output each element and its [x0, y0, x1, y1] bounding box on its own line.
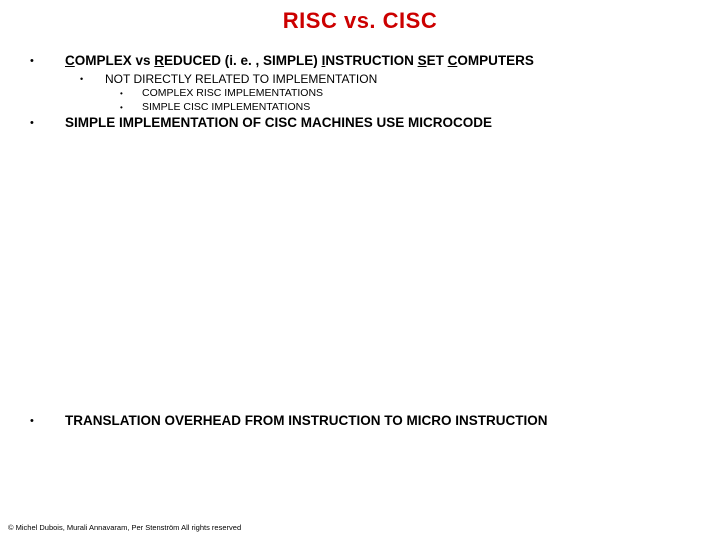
bullet-list-level3: • COMPLEX RISC IMPLEMENTATIONS • SIMPLE … [120, 87, 700, 114]
copyright-footer: © Michel Dubois, Murali Annavaram, Per S… [8, 523, 241, 532]
bullet-icon: • [120, 87, 142, 98]
item-text: COMPLEX RISC IMPLEMENTATIONS [142, 87, 323, 101]
item-text: TRANSLATION OVERHEAD FROM INSTRUCTION TO… [65, 412, 548, 430]
bullet-list-level1: • TRANSLATION OVERHEAD FROM INSTRUCTION … [30, 412, 700, 430]
bullet-icon: • [30, 52, 65, 67]
slide: RISC vs. CISC • COMPLEX vs REDUCED (i. e… [0, 0, 720, 540]
list-item: • NOT DIRECTLY RELATED TO IMPLEMENTATION [80, 72, 700, 88]
bullet-icon: • [80, 72, 105, 84]
list-item: • TRANSLATION OVERHEAD FROM INSTRUCTION … [30, 412, 700, 430]
bullet-icon: • [30, 412, 65, 427]
spacer [20, 134, 700, 412]
bullet-icon: • [120, 101, 142, 112]
list-item: • SIMPLE CISC IMPLEMENTATIONS [120, 101, 700, 115]
item-text: NOT DIRECTLY RELATED TO IMPLEMENTATION [105, 72, 377, 88]
list-item: • COMPLEX vs REDUCED (i. e. , SIMPLE) IN… [30, 52, 700, 70]
item-text: SIMPLE CISC IMPLEMENTATIONS [142, 101, 310, 115]
bullet-list-level2: • NOT DIRECTLY RELATED TO IMPLEMENTATION [80, 72, 700, 88]
list-item: • SIMPLE IMPLEMENTATION OF CISC MACHINES… [30, 114, 700, 132]
slide-title: RISC vs. CISC [20, 8, 700, 34]
list-item: • COMPLEX RISC IMPLEMENTATIONS [120, 87, 700, 101]
bullet-icon: • [30, 114, 65, 129]
item-text: SIMPLE IMPLEMENTATION OF CISC MACHINES U… [65, 114, 492, 132]
bullet-list-level1: • SIMPLE IMPLEMENTATION OF CISC MACHINES… [30, 114, 700, 132]
bullet-list-level1: • COMPLEX vs REDUCED (i. e. , SIMPLE) IN… [30, 52, 700, 70]
item-text: COMPLEX vs REDUCED (i. e. , SIMPLE) INST… [65, 52, 534, 70]
